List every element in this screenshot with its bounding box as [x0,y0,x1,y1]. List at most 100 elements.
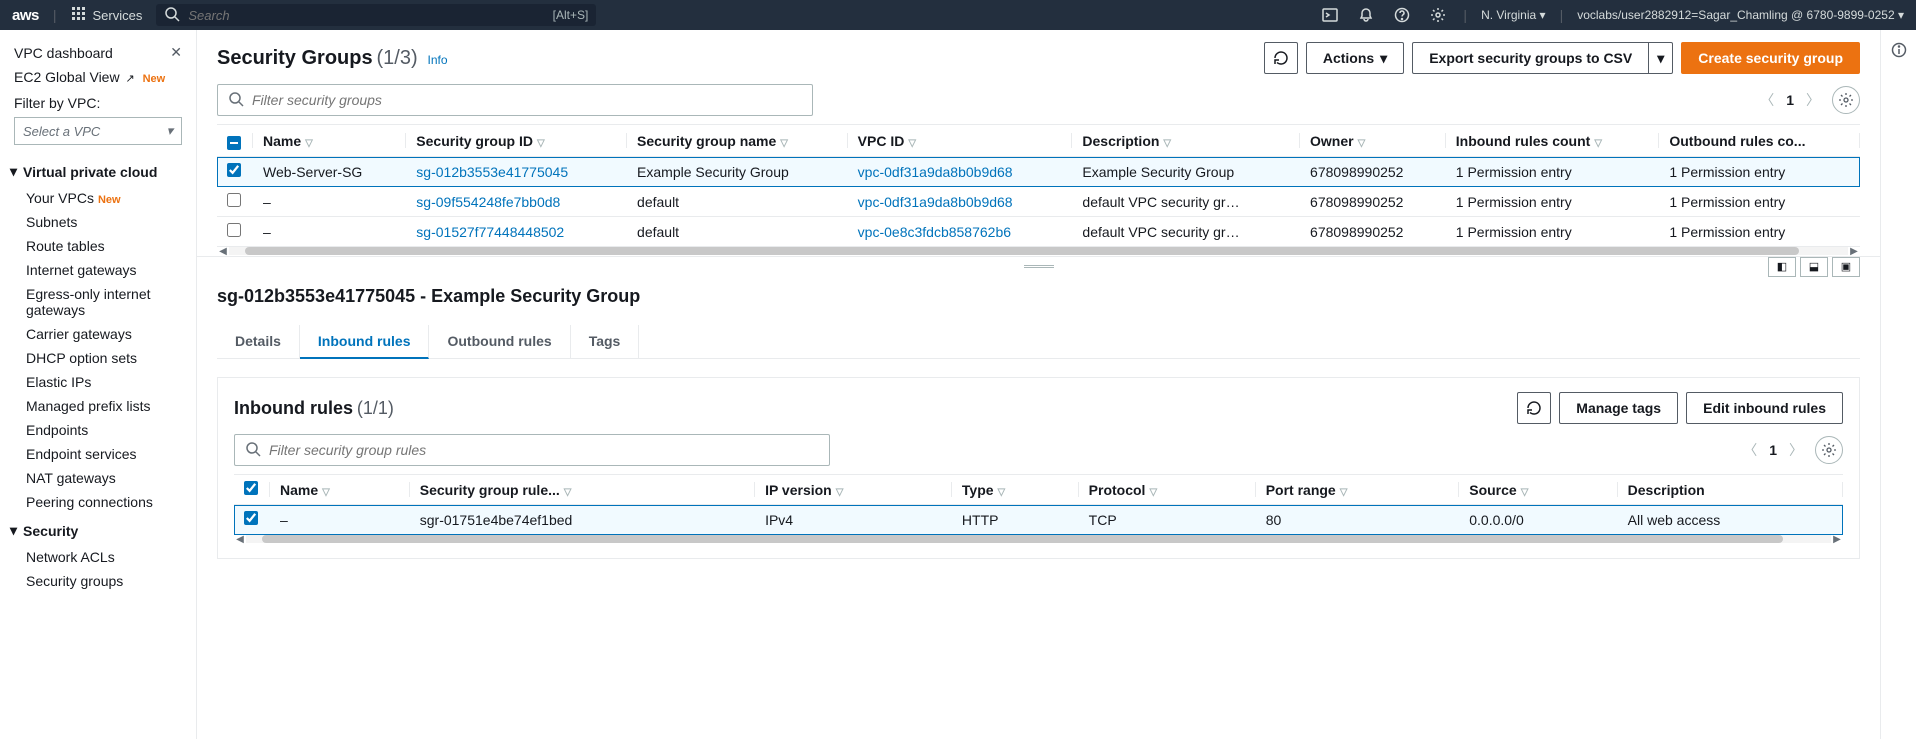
sidebar-item-subnets[interactable]: Subnets [26,214,77,230]
col-description[interactable]: Description▽ [1072,125,1300,157]
sort-icon[interactable]: ▽ [305,138,313,149]
sort-icon[interactable]: ▽ [1358,138,1366,149]
global-search-input[interactable] [188,8,544,23]
ec2-global-view-link[interactable]: EC2 Global View [14,69,120,85]
sg-id-link[interactable]: sg-09f554248fe7bb0d8 [416,194,560,210]
rules-select-all[interactable] [244,481,258,495]
refresh-rules-button[interactable] [1517,392,1551,424]
edit-inbound-rules-button[interactable]: Edit inbound rules [1686,392,1843,424]
panel-layout-bottom[interactable]: ⬓ [1800,257,1828,277]
col-owner[interactable]: Owner▽ [1300,125,1446,157]
tab-outbound-rules[interactable]: Outbound rules [429,325,570,358]
refresh-button[interactable] [1264,42,1298,74]
filter-input[interactable] [252,92,802,108]
scroll-left-icon[interactable]: ◀ [234,534,246,545]
sort-icon[interactable]: ▽ [537,138,545,149]
sidebar-item-route-tables[interactable]: Route tables [26,238,105,254]
sidebar-item-prefix-lists[interactable]: Managed prefix lists [26,398,151,414]
services-menu[interactable]: Services [71,6,143,25]
table-row[interactable]: – sg-09f554248fe7bb0d8 default vpc-0df31… [217,187,1860,217]
sort-icon[interactable]: ▽ [564,487,572,498]
horizontal-scrollbar[interactable]: ◀ ▶ [217,246,1860,256]
row-checkbox[interactable] [227,223,241,237]
rule-row[interactable]: – sgr-01751e4be74ef1bed IPv4 HTTP TCP 80… [234,505,1843,535]
sort-icon[interactable]: ▽ [1163,138,1171,149]
actions-button[interactable]: Actions▾ [1306,42,1404,74]
section-vpc[interactable]: ▾Virtual private cloud [0,155,196,186]
select-all-checkbox[interactable] [227,136,241,150]
col-vpc-id[interactable]: VPC ID▽ [848,125,1073,157]
info-link[interactable]: Info [428,53,448,67]
rules-horizontal-scrollbar[interactable]: ◀ ▶ [234,534,1843,544]
col-outbound[interactable]: Outbound rules co... [1659,125,1860,157]
sort-icon[interactable]: ▽ [836,487,844,498]
table-row[interactable]: – sg-01527f77448448502 default vpc-0e8c3… [217,217,1860,247]
sidebar-item-elastic-ips[interactable]: Elastic IPs [26,374,91,390]
sort-icon[interactable]: ▽ [1340,487,1348,498]
scroll-left-icon[interactable]: ◀ [217,246,229,257]
panel-layout-full[interactable]: ▣ [1832,257,1860,277]
global-search[interactable]: [Alt+S] [156,4,596,26]
sidebar-item-security-groups[interactable]: Security groups [26,573,123,589]
rcol-proto[interactable]: Protocol▽ [1079,475,1256,505]
filter-rules-input[interactable] [269,442,819,458]
table-row[interactable]: Web-Server-SG sg-012b3553e41775045 Examp… [217,157,1860,187]
rcol-port[interactable]: Port range▽ [1256,475,1460,505]
sg-id-link[interactable]: sg-012b3553e41775045 [416,164,568,180]
rules-page-prev[interactable]: 〈 [1743,440,1757,460]
settings-icon[interactable] [1427,4,1449,26]
sidebar-item-peering[interactable]: Peering connections [26,494,153,510]
page-next[interactable]: 〉 [1806,90,1820,110]
rcol-name[interactable]: Name▽ [270,475,410,505]
filter-security-groups[interactable] [217,84,813,116]
sidebar-item-endpoints[interactable]: Endpoints [26,422,88,438]
aws-logo[interactable]: aws [12,7,39,24]
sort-icon[interactable]: ▽ [1149,487,1157,498]
account-menu[interactable]: voclabs/user2882912=Sagar_Chamling @ 678… [1577,8,1904,22]
panel-layout-side[interactable]: ◧ [1768,257,1796,277]
info-panel-toggle[interactable] [1891,42,1907,61]
sort-icon[interactable]: ▽ [322,487,330,498]
sidebar-item-your-vpcs[interactable]: Your VPCs [26,190,94,206]
sidebar-item-network-acls[interactable]: Network ACLs [26,549,115,565]
rcol-desc[interactable]: Description [1618,475,1843,505]
col-inbound[interactable]: Inbound rules count▽ [1446,125,1660,157]
drag-handle-icon[interactable] [1024,265,1054,268]
row-checkbox[interactable] [227,163,241,177]
page-prev[interactable]: 〈 [1760,90,1774,110]
sort-icon[interactable]: ▽ [780,138,788,149]
col-name[interactable]: Name▽ [253,125,406,157]
sidebar-item-egress-gateways[interactable]: Egress-only internet gateways [26,286,151,318]
help-icon[interactable] [1391,4,1413,26]
scroll-right-icon[interactable]: ▶ [1831,534,1843,545]
vpc-id-link[interactable]: vpc-0e8c3fdcb858762b6 [858,224,1011,240]
scroll-right-icon[interactable]: ▶ [1848,246,1860,257]
section-security[interactable]: ▾Security [0,514,196,545]
rules-table-settings[interactable] [1815,436,1843,464]
manage-tags-button[interactable]: Manage tags [1559,392,1678,424]
export-csv-button[interactable]: Export security groups to CSV [1412,42,1649,74]
tab-details[interactable]: Details [217,325,300,358]
sidebar-item-nat-gateways[interactable]: NAT gateways [26,470,116,486]
sidebar-item-endpoint-services[interactable]: Endpoint services [26,446,137,462]
filter-rules[interactable] [234,434,830,466]
rules-page-next[interactable]: 〉 [1789,440,1803,460]
rcol-source[interactable]: Source▽ [1459,475,1617,505]
vpc-id-link[interactable]: vpc-0df31a9da8b0b9d68 [858,194,1013,210]
vpc-id-link[interactable]: vpc-0df31a9da8b0b9d68 [858,164,1013,180]
table-settings-button[interactable] [1832,86,1860,114]
sidebar-item-dhcp[interactable]: DHCP option sets [26,350,137,366]
rcol-sgr[interactable]: Security group rule...▽ [410,475,755,505]
sort-icon[interactable]: ▽ [908,138,916,149]
tab-tags[interactable]: Tags [571,325,640,358]
rcol-type[interactable]: Type▽ [952,475,1079,505]
create-security-group-button[interactable]: Create security group [1681,42,1860,74]
sg-id-link[interactable]: sg-01527f77448448502 [416,224,564,240]
tab-inbound-rules[interactable]: Inbound rules [300,325,430,359]
cloudshell-icon[interactable] [1319,4,1341,26]
sidebar-item-internet-gateways[interactable]: Internet gateways [26,262,137,278]
row-checkbox[interactable] [227,193,241,207]
export-csv-dropdown[interactable]: ▾ [1649,42,1673,74]
sidebar-item-carrier-gateways[interactable]: Carrier gateways [26,326,132,342]
col-sg-name[interactable]: Security group name▽ [627,125,848,157]
